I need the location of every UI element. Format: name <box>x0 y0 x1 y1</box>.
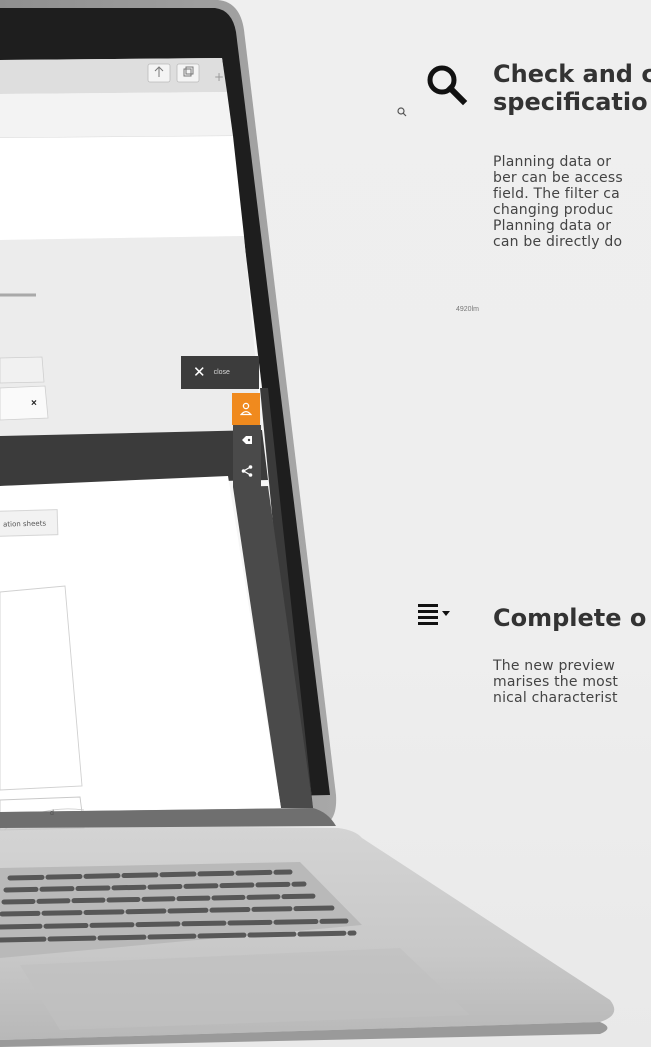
feature-title-check: Check and c specificatio <box>493 60 651 116</box>
tag-button[interactable] <box>233 425 261 455</box>
text-line: Planning data or <box>493 218 612 234</box>
feature-title-line: Complete o <box>493 604 647 632</box>
lumen-value: 4920lm <box>456 306 479 313</box>
share-button[interactable] <box>233 455 261 487</box>
clear-filter-button[interactable]: × <box>31 398 37 409</box>
share-icon <box>241 465 253 477</box>
text-line: Planning data or <box>493 154 612 170</box>
user-icon <box>240 402 252 416</box>
close-panel-button[interactable]: ✕ close <box>181 356 259 389</box>
feature-text-complete: The new preview marises the most nical c… <box>493 658 618 706</box>
close-icon: ✕ <box>193 364 206 381</box>
close-label: close <box>213 369 230 376</box>
text-line: ber can be access <box>493 170 623 186</box>
feature-title-complete: Complete o <box>493 604 646 632</box>
list-dropdown-icon <box>418 604 450 625</box>
specification-sheets-button[interactable]: ation sheets <box>0 509 59 537</box>
tag-icon <box>242 436 252 444</box>
svg-text:+: + <box>214 70 224 84</box>
feature-title-line: Check and c <box>493 60 651 88</box>
text-line: The new preview <box>493 658 616 674</box>
drawing-label: d <box>50 810 54 817</box>
text-line: field. The filter ca <box>493 186 620 202</box>
text-line: changing produc <box>493 202 614 218</box>
feature-title-line: specificatio <box>493 88 648 116</box>
feature-text-check: Planning data or ber can be access field… <box>493 154 623 250</box>
user-button[interactable] <box>232 393 260 425</box>
text-line: marises the most <box>493 674 619 690</box>
search-icon <box>427 65 468 106</box>
text-line: nical characterist <box>493 690 618 706</box>
text-line: can be directly do <box>493 234 623 250</box>
